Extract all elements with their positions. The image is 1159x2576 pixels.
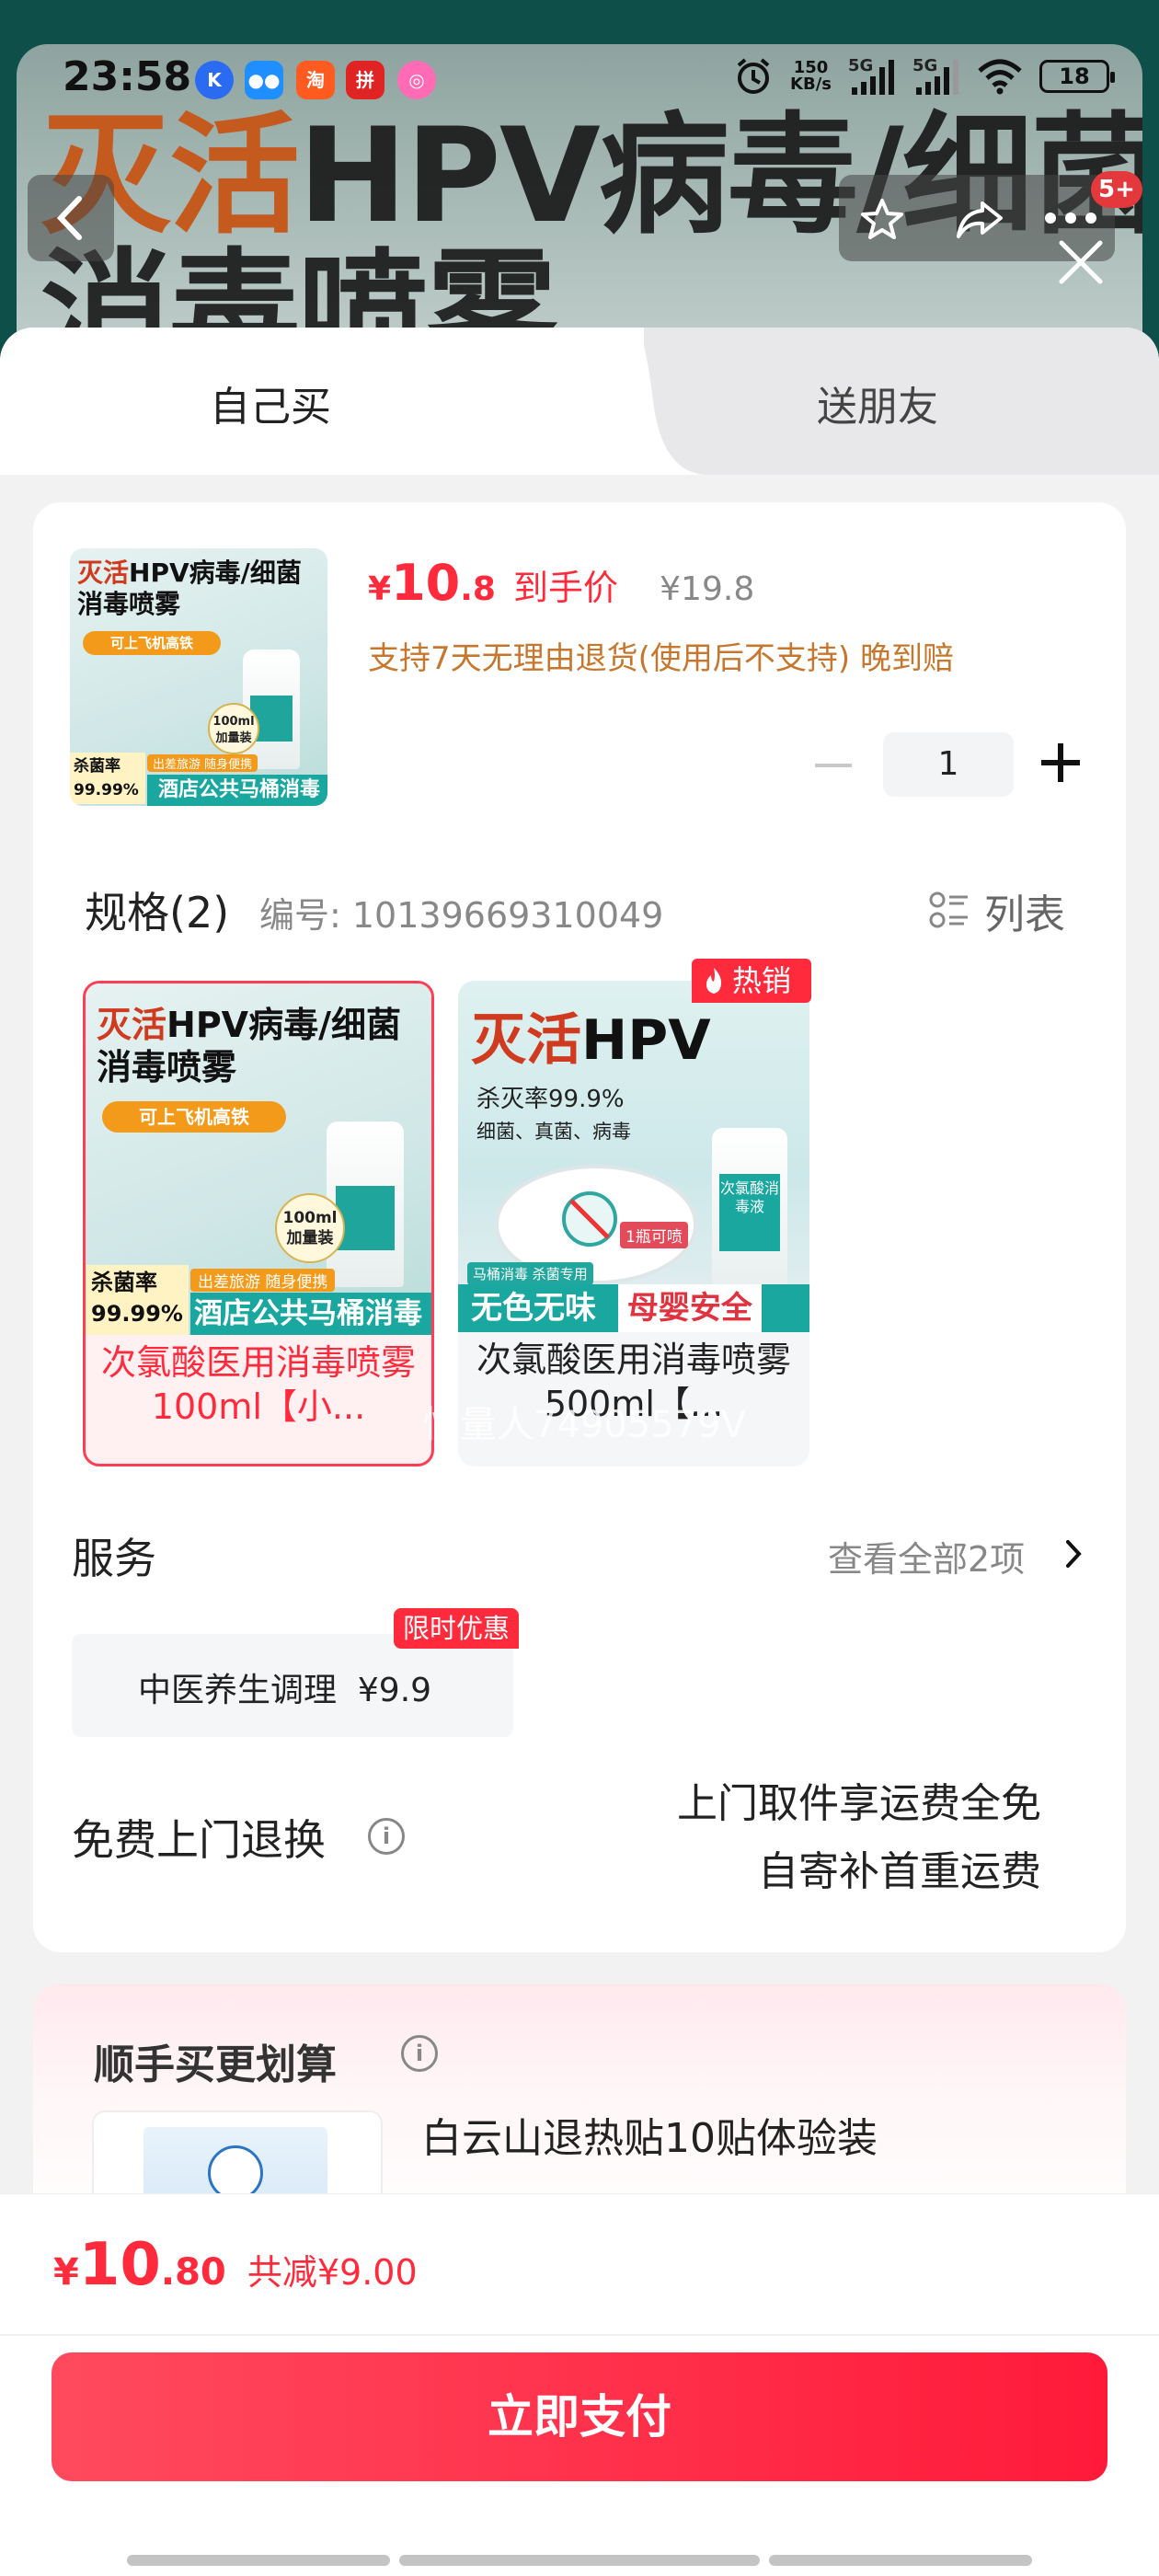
back-button[interactable] <box>28 175 114 261</box>
price-tag: 到手价 <box>513 568 619 608</box>
info-icon[interactable]: i <box>401 2035 438 2072</box>
list-view-icon[interactable] <box>927 889 971 933</box>
spec-option-image: 灭活HPV 杀灭率99.9% 细菌、真菌、病毒 1瓶可喷 马桶消毒 杀菌专用 次… <box>458 981 809 1332</box>
return-line-1: 上门取件享运费全免 <box>677 1780 1041 1827</box>
service-option[interactable]: 中医养生调理 ¥9.9 <box>72 1634 513 1737</box>
app-k-icon: K <box>195 61 234 99</box>
signal-icon-1: 5G <box>848 56 896 97</box>
savings-text: 共减¥9.00 <box>247 2252 418 2293</box>
no-germ-icon <box>562 1191 617 1247</box>
tab-gift-label: 送朋友 <box>817 384 938 431</box>
divider <box>0 2334 1159 2336</box>
service-price: ¥9.9 <box>357 1672 432 1709</box>
service-title: 服务 <box>72 1534 156 1583</box>
list-view-toggle[interactable]: 列表 <box>984 881 1065 940</box>
status-indicators: 150 KB/s 5G 5G 18 <box>733 53 1115 99</box>
net-speed: 150 KB/s <box>790 58 832 94</box>
app-eyes-icon: ●● <box>245 61 283 99</box>
share-icon[interactable] <box>955 196 1004 242</box>
checkout-bar: ¥10.80 共减¥9.00 立即支付 <box>0 2193 1159 2576</box>
fire-icon <box>706 968 721 994</box>
buy-mode-tabs: 送朋友 自己买 <box>0 328 1159 475</box>
app-taobao-icon: 淘 <box>296 61 335 99</box>
nav-indicator <box>769 2555 1032 2566</box>
spec-option-100ml[interactable]: 灭活HPV病毒/细菌 消毒喷雾 可上飞机高铁 100ml 加量装 杀菌率 99.99… <box>83 981 434 1466</box>
tab-curve <box>635 328 708 475</box>
original-price: ¥19.8 <box>660 570 755 608</box>
app-pdd-icon: 拼 <box>346 61 384 99</box>
notification-badge: 5+ <box>1091 171 1142 208</box>
nav-indicator <box>127 2555 390 2566</box>
addon-item-name[interactable]: 白云山退热贴10贴体验装 <box>421 2105 878 2164</box>
star-icon[interactable] <box>859 196 905 242</box>
tab-self[interactable]: 自己买 <box>0 328 708 475</box>
app-camera-icon: ◎ <box>397 61 436 99</box>
spec-option-500ml[interactable]: 灭活HPV 杀灭率99.9% 细菌、真菌、病毒 1瓶可喷 马桶消毒 杀菌专用 次… <box>458 981 809 1466</box>
spec-option-name: 次氯酸医用消毒喷雾100ml【小... <box>100 1342 416 1427</box>
battery-icon: 18 <box>1039 60 1115 93</box>
nav-indicator <box>399 2555 760 2566</box>
product-thumbnail[interactable]: 灭活HPV病毒/细菌 消毒喷雾 可上飞机高铁 100ml 加量装 杀菌率 99.99… <box>70 548 327 806</box>
price-line: ¥10.8 到手价 ¥19.8 <box>368 554 755 612</box>
spec-title: 规格(2) <box>85 888 230 937</box>
quantity-input[interactable]: 1 <box>883 732 1014 797</box>
close-icon[interactable] <box>1052 234 1109 291</box>
pay-now-button[interactable]: 立即支付 <box>52 2352 1107 2481</box>
alarm-icon <box>737 58 770 94</box>
watermark: 慢量人74905579V <box>423 1404 746 1446</box>
chevron-left-icon <box>56 196 82 240</box>
spec-option-image: 灭活HPV病毒/细菌 消毒喷雾 可上飞机高铁 100ml 加量装 杀菌率 99.99… <box>86 983 431 1335</box>
free-return-title: 免费上门退换 <box>72 1815 326 1865</box>
info-icon[interactable]: i <box>368 1818 405 1855</box>
return-policy: 支持7天无理由退货(使用后不支持) 晚到赔 <box>368 640 954 677</box>
thumb-pill: 可上飞机高铁 <box>83 631 221 655</box>
thumb-size-badge: 100ml 加量装 <box>208 703 259 754</box>
status-bar: 23:58 K ●● 淘 拼 ◎ 150 KB/s 5G 5G 18 <box>0 48 1159 103</box>
wifi-icon <box>978 59 1022 95</box>
tab-self-label: 自己买 <box>210 384 331 431</box>
quantity-increase-button[interactable] <box>1041 743 1080 782</box>
signal-icon-2: 5G <box>912 56 960 97</box>
return-line-2: 自寄补首重运费 <box>758 1848 1041 1895</box>
status-time: 23:58 <box>63 53 192 100</box>
service-view-all[interactable]: 查看全部2项 <box>828 1531 1025 1581</box>
service-name: 中医养生调理 <box>138 1672 338 1709</box>
limited-offer-tag: 限时优惠 <box>394 1608 520 1649</box>
addon-title: 顺手买更划算 <box>94 2041 337 2088</box>
more-icon[interactable] <box>1043 212 1098 224</box>
product-card: 灭活HPV病毒/细菌 消毒喷雾 可上飞机高铁 100ml 加量装 杀菌率 99.99… <box>33 502 1126 1952</box>
spec-code: 编号: 10139669310049 <box>259 895 664 936</box>
quantity-decrease-button[interactable] <box>815 764 852 767</box>
total-price: ¥10.80 共减¥9.00 <box>53 2231 418 2299</box>
price-value: 10 <box>391 554 461 612</box>
hot-sale-badge: 热销 <box>692 959 811 1003</box>
chevron-right-icon[interactable] <box>1063 1538 1084 1570</box>
